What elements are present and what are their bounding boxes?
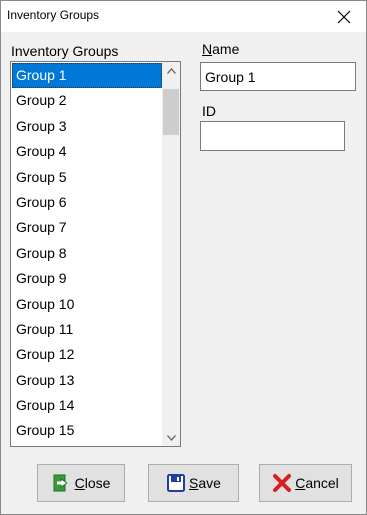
list-item[interactable]: Group 7 [12,215,162,240]
list-item[interactable]: Group 14 [12,393,162,418]
title-bar: Inventory Groups [1,1,366,32]
list-item[interactable]: Group 3 [12,114,162,139]
list-scrollbar[interactable] [162,62,180,446]
list-item[interactable]: Group 13 [12,368,162,393]
list-item[interactable]: Group 12 [12,342,162,367]
title-close-button[interactable] [322,1,366,32]
chevron-up-icon [166,67,176,74]
inventory-groups-label: Inventory Groups [11,43,119,59]
dialog-window: Inventory Groups Inventory Groups Name I… [0,0,367,515]
close-button-label: Close [74,475,111,491]
close-icon [337,10,351,23]
cancel-button-label: Cancel [295,475,339,491]
id-input[interactable] [200,121,345,151]
close-button[interactable]: Close [37,464,125,502]
list-items: Group 1 Group 2 Group 3 Group 4 Group 5 Group… [12,63,162,444]
scroll-down-button[interactable] [162,429,180,446]
list-item[interactable]: Group 10 [12,292,162,317]
list-item[interactable]: Group 2 [12,88,162,113]
red-x-icon [273,474,292,492]
name-input[interactable] [200,62,356,91]
scroll-up-button[interactable] [162,62,180,79]
door-exit-icon [53,474,68,492]
list-item[interactable]: Group 15 [12,418,162,443]
list-item[interactable]: Group 9 [12,266,162,291]
list-item[interactable]: Group 1 [12,63,162,89]
list-item[interactable]: Group 11 [12,317,162,342]
floppy-disk-icon [167,474,186,492]
list-item[interactable]: Group 6 [12,190,162,215]
chevron-down-icon [166,434,176,441]
window-title: Inventory Groups [7,8,100,22]
name-label: Name [202,41,240,57]
save-button[interactable]: Save [148,464,239,502]
scroll-thumb[interactable] [163,89,179,135]
id-label: ID [202,103,216,119]
list-item[interactable]: Group 4 [12,139,162,164]
list-item[interactable]: Group 8 [12,241,162,266]
cancel-button[interactable]: Cancel [259,464,352,502]
list-item[interactable]: Group 5 [12,165,162,190]
save-button-label: Save [189,475,221,491]
inventory-groups-listbox[interactable]: Group 1 Group 2 Group 3 Group 4 Group 5 Group… [10,61,181,447]
